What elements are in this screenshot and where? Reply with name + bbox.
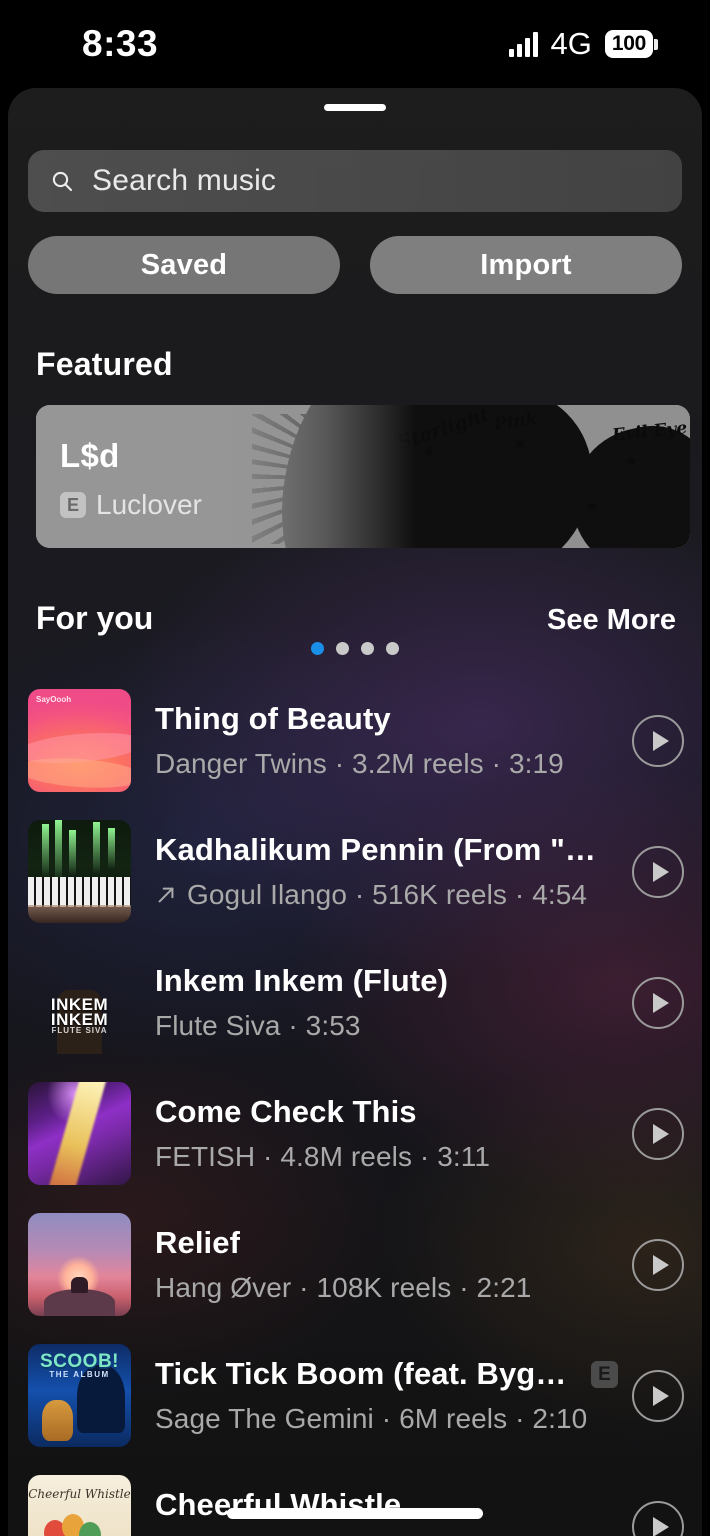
home-indicator[interactable] xyxy=(227,1508,483,1519)
status-time: 8:33 xyxy=(82,23,159,64)
track-list: SayOooh Thing of Beauty Danger Twins · 3… xyxy=(8,675,702,1536)
app-screen: 8:33 4G 100 Search music Saved Import Fe… xyxy=(0,0,710,1536)
play-icon xyxy=(652,992,669,1013)
pagination-dot-3[interactable] xyxy=(361,642,374,655)
table-row[interactable]: SCOOB! THE ALBUM Tick Tick Boom (feat. B… xyxy=(8,1330,702,1461)
track-info: Come Check This FETISH · 4.8M reels · 3:… xyxy=(155,1094,618,1173)
search-placeholder: Search music xyxy=(92,164,277,197)
featured-text: L$d E Luclover xyxy=(60,437,202,521)
explicit-badge-icon: E xyxy=(591,1360,618,1388)
track-thumbnail: INKEM INKEM FLUTE SIVA xyxy=(28,951,131,1054)
track-meta: Flute Siva · 3:53 xyxy=(155,1010,361,1041)
track-meta: Danger Twins · 3.2M reels · 3:19 xyxy=(155,748,564,779)
play-icon xyxy=(652,861,669,882)
play-icon xyxy=(652,1254,669,1275)
network-type-label: 4G xyxy=(550,26,592,61)
track-thumbnail xyxy=(28,820,131,923)
featured-subtitle: E Luclover xyxy=(60,489,202,521)
battery-icon: 100 xyxy=(604,30,658,58)
thumbnail-sublabel: FLUTE SIVA xyxy=(51,1026,108,1036)
track-title: Tick Tick Boom (feat. BygTwo3) xyxy=(155,1356,579,1391)
track-title-line: Inkem Inkem (Flute) xyxy=(155,963,618,999)
status-indicators: 4G 100 xyxy=(508,26,658,62)
search-icon xyxy=(52,171,73,192)
featured-card[interactable]: Starlight Pink Evil Eye ★ ★ ★ ★ L$d E Lu… xyxy=(36,405,690,548)
carousel-pagination-dots xyxy=(8,642,702,655)
track-title: Inkem Inkem (Flute) xyxy=(155,963,449,998)
featured-track-name: L$d xyxy=(60,437,120,474)
track-meta: Gogul Ilango · 516K reels · 4:54 xyxy=(187,879,588,910)
track-info: Kadhalikum Pennin (From "Kadhala… Gogul … xyxy=(155,832,618,911)
for-you-title: For you xyxy=(36,600,154,636)
see-more-link[interactable]: See More xyxy=(547,604,676,637)
track-meta: FETISH · 4.8M reels · 3:11 xyxy=(155,1141,491,1172)
explicit-badge-icon: E xyxy=(60,492,86,518)
table-row[interactable]: Cheerful Whistle Cheerful Whistle ASha xyxy=(8,1461,702,1536)
track-thumbnail: SCOOB! THE ALBUM xyxy=(28,1344,131,1447)
play-icon xyxy=(652,730,669,751)
track-title: Relief xyxy=(155,1225,241,1260)
battery-percent-label: 100 xyxy=(604,30,653,58)
play-button[interactable] xyxy=(632,1500,684,1536)
track-title: Come Check This xyxy=(155,1094,417,1129)
thumbnail-label: Cheerful Whistle xyxy=(28,1487,131,1502)
thumbnail-sublabel: THE ALBUM xyxy=(49,1369,110,1379)
saved-button[interactable]: Saved xyxy=(28,236,340,294)
track-info: Relief Hang Øver · 108K reels · 2:21 xyxy=(155,1225,618,1304)
track-title-line: Come Check This xyxy=(155,1094,618,1130)
search-input[interactable]: Search music xyxy=(28,150,682,212)
table-row[interactable]: Relief Hang Øver · 108K reels · 2:21 xyxy=(8,1199,702,1330)
play-icon xyxy=(652,1516,669,1536)
play-button[interactable] xyxy=(632,845,684,898)
play-button[interactable] xyxy=(632,1107,684,1160)
track-info: Tick Tick Boom (feat. BygTwo3) E Sage Th… xyxy=(155,1356,618,1435)
track-info: Thing of Beauty Danger Twins · 3.2M reel… xyxy=(155,701,618,780)
track-title: Thing of Beauty xyxy=(155,701,391,736)
play-button[interactable] xyxy=(632,1238,684,1291)
for-you-header: For you See More xyxy=(36,600,676,637)
filter-chip-row: Saved Import xyxy=(28,236,682,294)
play-button[interactable] xyxy=(632,714,684,767)
pagination-dot-2[interactable] xyxy=(336,642,349,655)
signal-bars-icon xyxy=(508,31,538,57)
play-icon xyxy=(652,1123,669,1144)
track-meta-line: Flute Siva · 3:53 xyxy=(155,1010,618,1042)
trending-arrow-icon xyxy=(158,887,174,903)
track-title-line: Relief xyxy=(155,1225,618,1261)
featured-artist-name: Luclover xyxy=(96,489,202,520)
track-thumbnail: Cheerful Whistle xyxy=(28,1475,131,1536)
import-button[interactable]: Import xyxy=(370,236,682,294)
pagination-dot-1[interactable] xyxy=(311,642,324,655)
table-row[interactable]: Kadhalikum Pennin (From "Kadhala… Gogul … xyxy=(8,806,702,937)
table-row[interactable]: SayOooh Thing of Beauty Danger Twins · 3… xyxy=(8,675,702,806)
track-thumbnail xyxy=(28,1082,131,1185)
track-meta-line: Danger Twins · 3.2M reels · 3:19 xyxy=(155,748,618,780)
track-title-line: Kadhalikum Pennin (From "Kadhala… xyxy=(155,832,618,868)
status-bar: 8:33 4G 100 xyxy=(0,0,710,88)
track-title: Kadhalikum Pennin (From "Kadhala… xyxy=(155,832,618,867)
track-meta: Hang Øver · 108K reels · 2:21 xyxy=(155,1272,532,1303)
track-meta-line: Gogul Ilango · 516K reels · 4:54 xyxy=(155,879,618,911)
track-meta: Sage The Gemini · 6M reels · 2:10 xyxy=(155,1403,588,1434)
track-thumbnail: SayOooh xyxy=(28,689,131,792)
pagination-dot-4[interactable] xyxy=(386,642,399,655)
play-button[interactable] xyxy=(632,976,684,1029)
track-title-line: Thing of Beauty xyxy=(155,701,618,737)
play-icon xyxy=(652,1385,669,1406)
track-meta-line: Hang Øver · 108K reels · 2:21 xyxy=(155,1272,618,1304)
thumbnail-balloons xyxy=(42,1514,102,1536)
table-row[interactable]: Come Check This FETISH · 4.8M reels · 3:… xyxy=(8,1068,702,1199)
featured-section-title: Featured xyxy=(36,346,173,382)
thumbnail-label: SayOooh xyxy=(36,695,72,704)
sheet-drag-handle[interactable] xyxy=(324,104,386,111)
music-picker-sheet: Search music Saved Import Featured Starl… xyxy=(8,88,702,1536)
battery-cap xyxy=(654,38,658,50)
track-thumbnail xyxy=(28,1213,131,1316)
track-meta-line: Sage The Gemini · 6M reels · 2:10 xyxy=(155,1403,618,1435)
table-row[interactable]: INKEM INKEM FLUTE SIVA Inkem Inkem (Flut… xyxy=(8,937,702,1068)
track-title-line: Tick Tick Boom (feat. BygTwo3) E xyxy=(155,1356,618,1392)
track-meta-line: FETISH · 4.8M reels · 3:11 xyxy=(155,1141,618,1173)
play-button[interactable] xyxy=(632,1369,684,1422)
track-info: Inkem Inkem (Flute) Flute Siva · 3:53 xyxy=(155,963,618,1042)
